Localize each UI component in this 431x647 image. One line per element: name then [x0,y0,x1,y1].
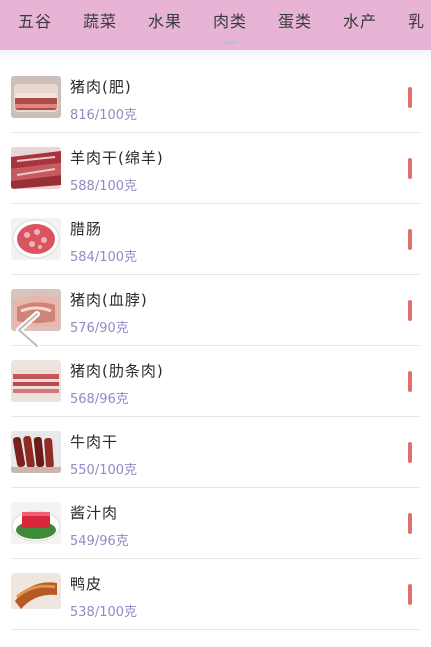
row-divider [11,629,420,630]
tab-bar-shadow [0,50,431,62]
food-calories: 550/100克 [70,463,138,478]
food-name: 牛肉干 [70,433,119,451]
list-item[interactable]: 鸭皮 538/100克 [0,559,431,630]
active-tab-indicator [222,41,238,44]
list-item[interactable]: 羊肉干(绵羊) 588/100克 [0,133,431,204]
calorie-marker [408,158,412,179]
chevron-left-icon[interactable] [13,310,45,350]
fatty-pork-photo [11,76,61,118]
food-calories: 568/96克 [70,392,129,407]
calorie-marker [408,371,412,392]
tab-seafood[interactable]: 水产 [343,0,377,46]
tab-meat[interactable]: 肉类 [213,0,247,46]
calorie-marker [408,513,412,534]
tab-dairy[interactable]: 乳 [408,0,425,46]
list-item[interactable]: 酱汁肉 549/96克 [0,488,431,559]
tab-fruits[interactable]: 水果 [148,0,182,46]
food-list: 猪肉(肥) 816/100克 羊肉干(绵羊) 588/100克 腊肠 584/1… [0,62,431,630]
calorie-marker [408,300,412,321]
food-calories: 584/100克 [70,250,138,265]
list-item[interactable]: 猪肉(血脖) 576/90克 [0,275,431,346]
duck-skin-photo [11,573,61,615]
category-tab-bar: 五谷 蔬菜 水果 肉类 蛋类 水产 乳 [0,0,431,50]
food-calories: 576/90克 [70,321,129,336]
calorie-marker [408,442,412,463]
list-item[interactable]: 猪肉(肋条肉) 568/96克 [0,346,431,417]
calorie-marker [408,229,412,250]
pork-belly-photo [11,360,61,402]
tab-vegetables[interactable]: 蔬菜 [83,0,117,46]
list-item[interactable]: 腊肠 584/100克 [0,204,431,275]
food-calories: 549/96克 [70,534,129,549]
food-name: 猪肉(肥) [70,78,132,96]
calorie-marker [408,87,412,108]
food-name: 鸭皮 [70,575,103,593]
food-calories: 816/100克 [70,108,138,123]
food-calories: 588/100克 [70,179,138,194]
list-item[interactable]: 猪肉(肥) 816/100克 [0,62,431,133]
dried-mutton-photo [11,147,61,189]
tab-grains[interactable]: 五谷 [18,0,52,46]
food-calorie-screen: 五谷 蔬菜 水果 肉类 蛋类 水产 乳 猪肉(肥) 816/100克 羊肉干(绵… [0,0,431,647]
food-name: 酱汁肉 [70,504,119,522]
food-name: 猪肉(血脖) [70,291,148,309]
calorie-marker [408,584,412,605]
food-name: 羊肉干(绵羊) [70,149,164,167]
chinese-sausage-photo [11,218,61,260]
tab-eggs[interactable]: 蛋类 [278,0,312,46]
food-name: 猪肉(肋条肉) [70,362,164,380]
food-calories: 538/100克 [70,605,138,620]
sauced-pork-photo [11,502,61,544]
list-item[interactable]: 牛肉干 550/100克 [0,417,431,488]
food-name: 腊肠 [70,220,103,238]
beef-jerky-photo [11,431,61,473]
